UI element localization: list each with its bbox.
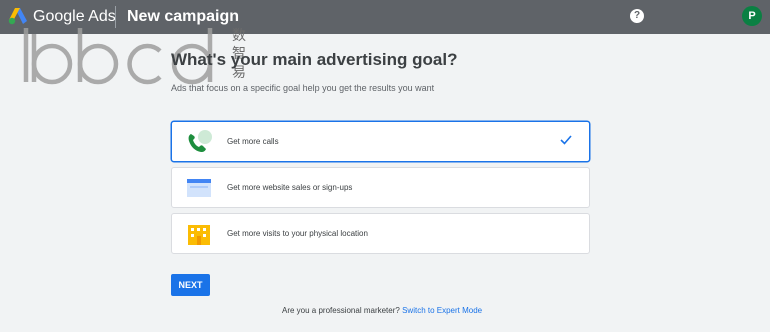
expert-mode-link[interactable]: Switch to Expert Mode bbox=[402, 306, 482, 315]
avatar[interactable]: P bbox=[742, 6, 762, 26]
next-button[interactable]: NEXT bbox=[171, 274, 210, 296]
browser-window-icon bbox=[187, 179, 211, 197]
footer: Are you a professional marketer? Switch … bbox=[282, 306, 482, 316]
help-icon[interactable]: ? bbox=[630, 9, 644, 23]
goal-option-location[interactable]: Get more visits to your physical locatio… bbox=[171, 213, 590, 254]
goal-option-calls[interactable]: Get more calls bbox=[171, 121, 590, 162]
goal-label: Get more calls bbox=[227, 137, 279, 146]
phone-icon bbox=[188, 130, 212, 152]
footer-text: Are you a professional marketer? bbox=[282, 306, 400, 315]
goal-label: Get more visits to your physical locatio… bbox=[227, 229, 368, 238]
goal-option-website[interactable]: Get more website sales or sign-ups bbox=[171, 167, 590, 208]
goal-subheading: Ads that focus on a specific goal help y… bbox=[171, 83, 435, 93]
goal-label: Get more website sales or sign-ups bbox=[227, 183, 353, 192]
checkmark-icon bbox=[560, 135, 572, 145]
goal-heading: What's your main advertising goal? bbox=[171, 50, 458, 69]
watermark-char-1: 数 bbox=[232, 28, 246, 44]
storefront-icon bbox=[188, 225, 210, 245]
